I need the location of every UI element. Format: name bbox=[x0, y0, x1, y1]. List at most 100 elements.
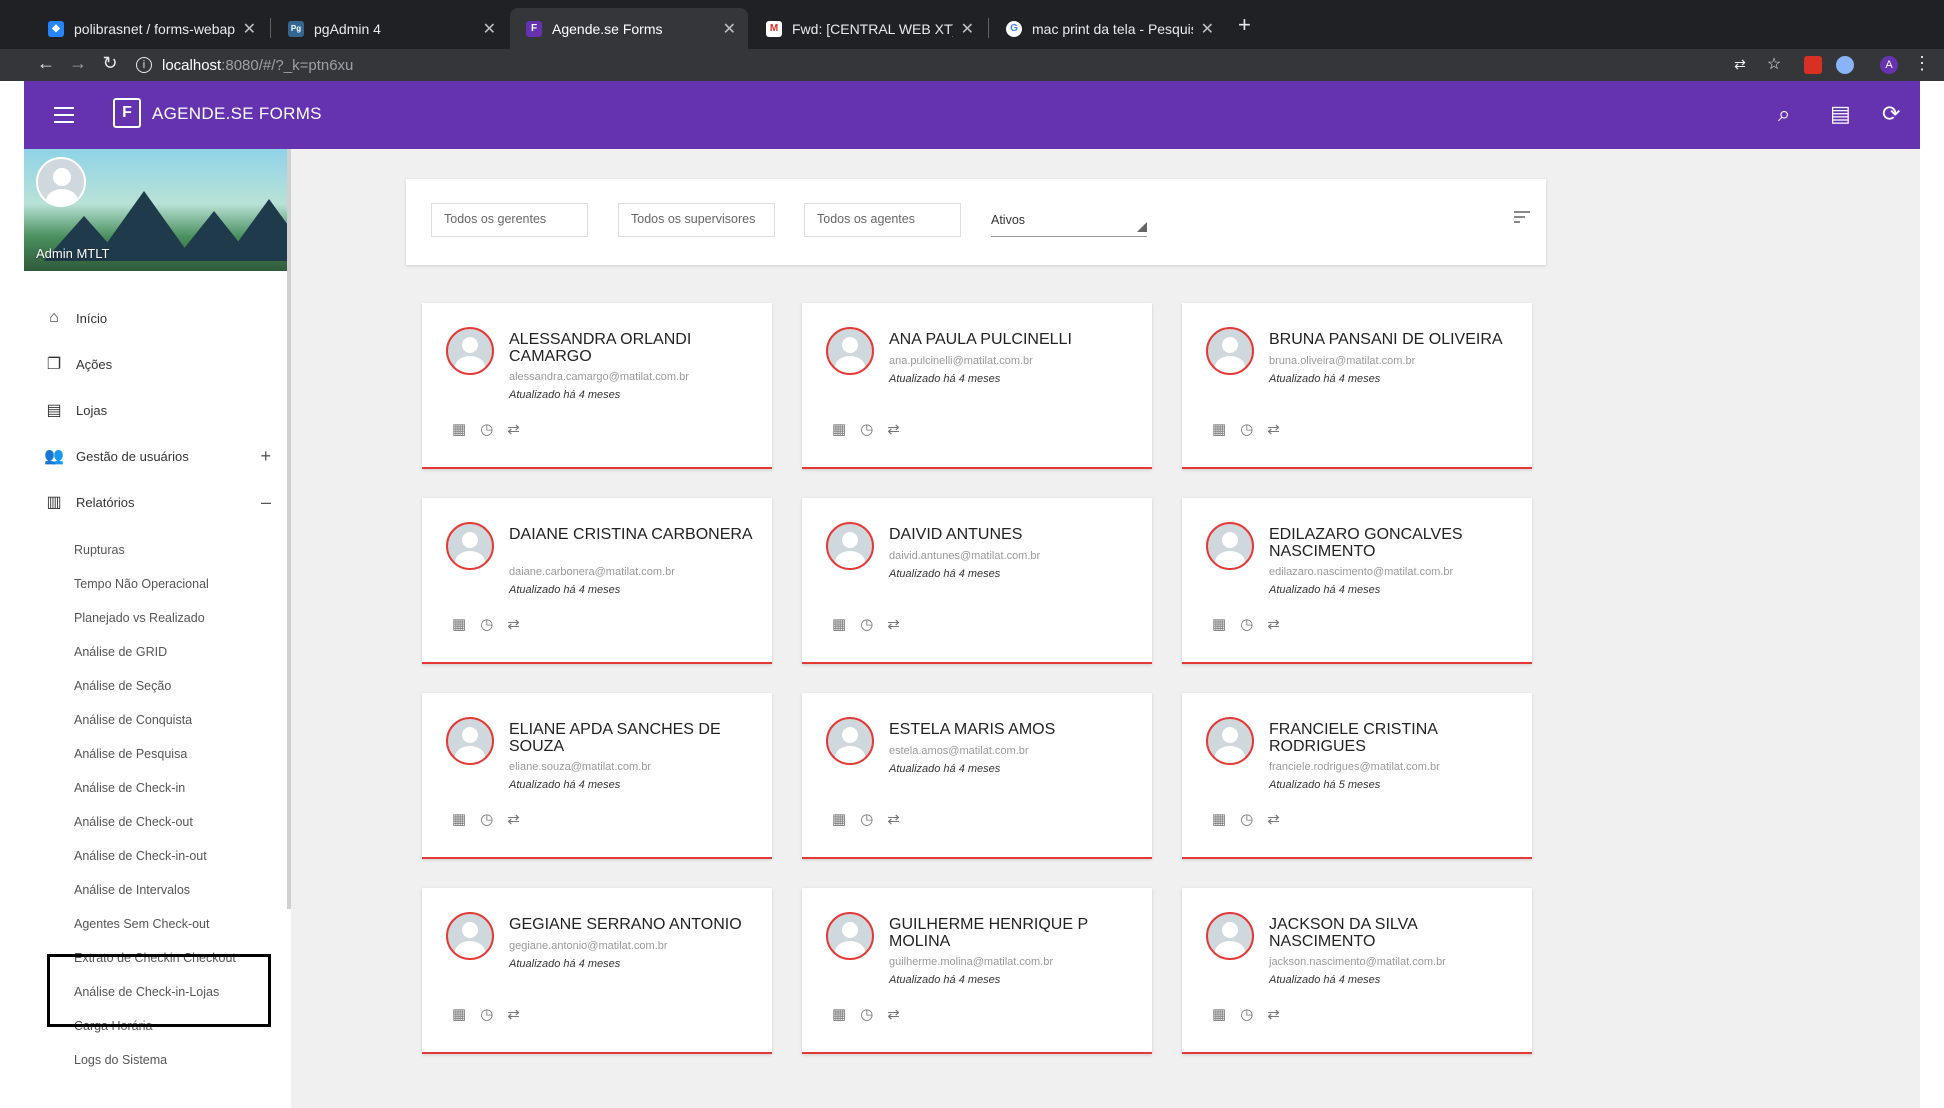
user-card[interactable]: FRANCIELE CRISTINA RODRIGUES franciele.ro… bbox=[1182, 693, 1532, 859]
calendar-icon[interactable]: ▦ bbox=[452, 810, 466, 828]
browser-tab[interactable]: ◆ polibrasnet / forms-webapp — ✕ bbox=[32, 8, 268, 49]
calendar-icon[interactable]: ▦ bbox=[832, 810, 846, 828]
sidebar-subitem[interactable]: Planejado vs Realizado bbox=[74, 611, 205, 625]
new-tab-icon[interactable]: + bbox=[1238, 12, 1251, 38]
browser-tab[interactable]: M Fwd: [CENTRAL WEB XT] - No ✕ bbox=[750, 8, 986, 49]
status-select[interactable]: Ativos bbox=[991, 203, 1147, 237]
agents-filter[interactable]: Todos os agentes bbox=[804, 203, 961, 237]
calendar-icon[interactable]: ▦ bbox=[1212, 420, 1226, 438]
sidebar-item-inicio[interactable]: ⌂ Início bbox=[24, 298, 287, 338]
swap-icon[interactable]: ⇄ bbox=[507, 810, 520, 828]
extension-icon[interactable] bbox=[1836, 56, 1854, 74]
calendar-icon[interactable]: ▦ bbox=[1212, 1005, 1226, 1023]
user-card[interactable]: ELIANE APDA SANCHES DE SOUZA eliane.souza… bbox=[422, 693, 772, 859]
sort-icon[interactable] bbox=[1514, 211, 1530, 226]
sidebar-subitem[interactable]: Análise de Intervalos bbox=[74, 883, 190, 897]
calendar-icon[interactable]: ▦ bbox=[832, 615, 846, 633]
calendar-icon[interactable]: ▦ bbox=[452, 615, 466, 633]
close-icon[interactable]: ✕ bbox=[243, 19, 256, 39]
supervisors-filter[interactable]: Todos os supervisores bbox=[618, 203, 775, 237]
user-card[interactable]: EDILAZARO GONCALVES NASCIMENTO edilazaro.… bbox=[1182, 498, 1532, 664]
clock-icon[interactable]: ◷ bbox=[1240, 420, 1253, 438]
clock-icon[interactable]: ◷ bbox=[860, 420, 873, 438]
sidebar-subitem[interactable]: Tempo Não Operacional bbox=[74, 577, 209, 591]
clock-icon[interactable]: ◷ bbox=[860, 615, 873, 633]
forward-icon[interactable]: → bbox=[66, 53, 90, 74]
sidebar-subitem[interactable]: Agentes Sem Check-out bbox=[74, 917, 210, 931]
sidebar-item-acoes[interactable]: ❐ Ações bbox=[24, 344, 287, 384]
url-field[interactable]: i localhost:8080/#/?_k=ptn6xu bbox=[136, 52, 353, 78]
sidebar-item-lojas[interactable]: ▤ Lojas bbox=[24, 390, 287, 430]
search-icon[interactable]: ⌕ bbox=[1778, 101, 1790, 127]
clock-icon[interactable]: ◷ bbox=[480, 420, 493, 438]
sidebar-subitem[interactable]: Análise de Pesquisa bbox=[74, 747, 187, 761]
user-card[interactable]: DAIANE CRISTINA CARBONERA daiane.carboner… bbox=[422, 498, 772, 664]
avatar[interactable]: A bbox=[1880, 56, 1898, 74]
user-card[interactable]: BRUNA PANSANI DE OLIVEIRA bruna.oliveira@… bbox=[1182, 303, 1532, 469]
sidebar-scrollbar[interactable] bbox=[287, 149, 291, 909]
calendar-icon[interactable]: ▦ bbox=[832, 420, 846, 438]
sidebar-subitem[interactable]: Análise de Conquista bbox=[74, 713, 192, 727]
user-card[interactable]: ALESSANDRA ORLANDI CAMARGO alessandra.cam… bbox=[422, 303, 772, 469]
back-icon[interactable]: ← bbox=[34, 53, 58, 74]
sidebar-subitem[interactable]: Análise de Seção bbox=[74, 679, 171, 693]
swap-icon[interactable]: ⇄ bbox=[507, 1005, 520, 1023]
close-icon[interactable]: ✕ bbox=[961, 19, 974, 39]
managers-filter[interactable]: Todos os gerentes bbox=[431, 203, 588, 237]
browser-tab-active[interactable]: F Agende.se Forms ✕ bbox=[510, 8, 748, 49]
menu-dots-icon[interactable]: ⋮ bbox=[1910, 53, 1934, 74]
user-card[interactable]: JACKSON DA SILVA NASCIMENTO jackson.nasci… bbox=[1182, 888, 1532, 1054]
browser-tab[interactable]: G mac print da tela - Pesquisa Go ✕ bbox=[990, 8, 1226, 49]
calendar-icon[interactable]: ▦ bbox=[832, 1005, 846, 1023]
clock-icon[interactable]: ◷ bbox=[480, 810, 493, 828]
avatar[interactable] bbox=[36, 157, 86, 207]
clock-icon[interactable]: ◷ bbox=[860, 1005, 873, 1023]
expand-icon[interactable]: + bbox=[260, 446, 271, 467]
sidebar-subitem[interactable]: Análise de Check-out bbox=[74, 815, 193, 829]
swap-icon[interactable]: ⇄ bbox=[887, 615, 900, 633]
clock-icon[interactable]: ◷ bbox=[1240, 615, 1253, 633]
sidebar-subitem[interactable]: Análise de Check-in bbox=[74, 781, 185, 795]
calendar-icon[interactable]: ▦ bbox=[452, 420, 466, 438]
user-card[interactable]: GEGIANE SERRANO ANTONIO gegiane.antonio@m… bbox=[422, 888, 772, 1054]
info-icon[interactable]: i bbox=[136, 57, 152, 73]
swap-icon[interactable]: ⇄ bbox=[887, 1005, 900, 1023]
sidebar-item-gestao-usuarios[interactable]: 👥 Gestão de usuários + bbox=[24, 436, 287, 476]
clock-icon[interactable]: ◷ bbox=[1240, 1005, 1253, 1023]
calendar-icon[interactable]: ▦ bbox=[1212, 615, 1226, 633]
clock-icon[interactable]: ◷ bbox=[480, 1005, 493, 1023]
refresh-icon[interactable]: ⟳ bbox=[1882, 101, 1900, 127]
swap-icon[interactable]: ⇄ bbox=[1267, 420, 1280, 438]
browser-tab[interactable]: Pg pgAdmin 4 ✕ bbox=[272, 8, 508, 49]
close-icon[interactable]: ✕ bbox=[483, 19, 496, 39]
view-list-icon[interactable]: ▤ bbox=[1830, 101, 1851, 127]
swap-icon[interactable]: ⇄ bbox=[887, 420, 900, 438]
sidebar-subitem[interactable]: Análise de Check-in-out bbox=[74, 849, 207, 863]
clock-icon[interactable]: ◷ bbox=[860, 810, 873, 828]
reload-icon[interactable]: ↻ bbox=[98, 53, 122, 74]
calendar-icon[interactable]: ▦ bbox=[1212, 810, 1226, 828]
close-icon[interactable]: ✕ bbox=[723, 19, 736, 39]
swap-icon[interactable]: ⇄ bbox=[1267, 1005, 1280, 1023]
close-icon[interactable]: ✕ bbox=[1201, 19, 1214, 39]
swap-icon[interactable]: ⇄ bbox=[1267, 615, 1280, 633]
sidebar-subitem[interactable]: Rupturas bbox=[74, 543, 125, 557]
sidebar-item-relatorios[interactable]: ▥ Relatórios – bbox=[24, 482, 287, 522]
swap-icon[interactable]: ⇄ bbox=[507, 615, 520, 633]
clock-icon[interactable]: ◷ bbox=[480, 615, 493, 633]
swap-icon[interactable]: ⇄ bbox=[507, 420, 520, 438]
calendar-icon[interactable]: ▦ bbox=[452, 1005, 466, 1023]
user-card[interactable]: DAIVID ANTUNES daivid.antunes@matilat.com… bbox=[802, 498, 1152, 664]
collapse-icon[interactable]: – bbox=[261, 492, 271, 513]
user-card[interactable]: ESTELA MARIS AMOS estela.amos@matilat.com… bbox=[802, 693, 1152, 859]
swap-icon[interactable]: ⇄ bbox=[887, 810, 900, 828]
user-card[interactable]: ANA PAULA PULCINELLI ana.pulcinelli@matil… bbox=[802, 303, 1152, 469]
sidebar-subitem[interactable]: Análise de GRID bbox=[74, 645, 167, 659]
sidebar-subitem[interactable]: Logs do Sistema bbox=[74, 1053, 167, 1067]
star-icon[interactable]: ☆ bbox=[1762, 54, 1786, 74]
menu-icon[interactable] bbox=[54, 107, 74, 128]
clock-icon[interactable]: ◷ bbox=[1240, 810, 1253, 828]
user-card[interactable]: GUILHERME HENRIQUE P MOLINA guilherme.mol… bbox=[802, 888, 1152, 1054]
translate-icon[interactable]: ⇄ bbox=[1728, 56, 1752, 73]
extension-icon[interactable] bbox=[1804, 56, 1822, 74]
